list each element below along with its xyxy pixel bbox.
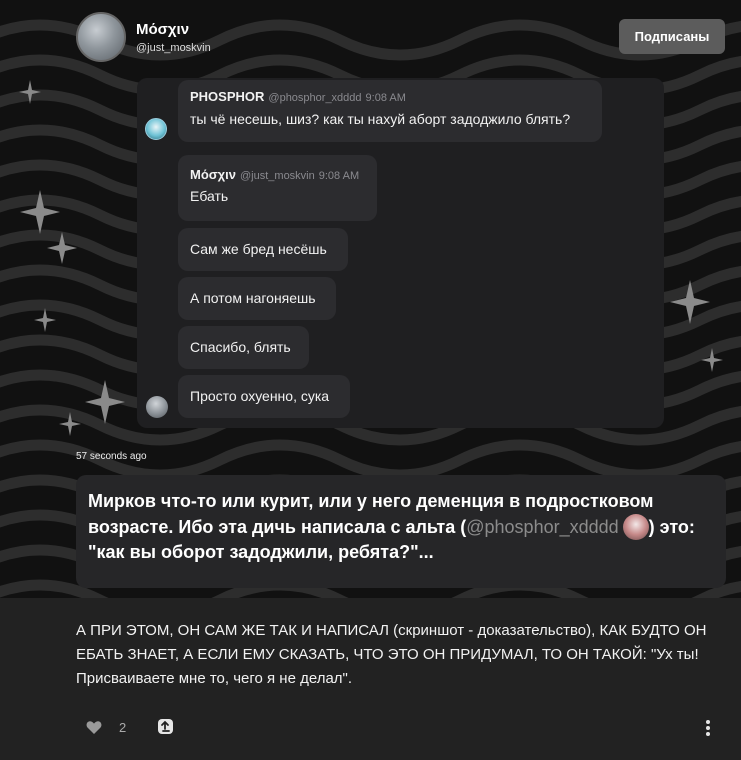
mention-avatar <box>622 514 649 540</box>
post-text: А ПРИ ЭТОМ, ОН САМ ЖЕ ТАК И НАПИСАЛ (скр… <box>76 622 707 687</box>
message-text: Просто охуенно, сука <box>190 388 330 404</box>
message-handle: @phosphor_xdddd <box>268 92 362 104</box>
message-author: PHOSPHOR <box>190 89 265 104</box>
post-actions: 2 <box>0 712 741 744</box>
message-bubble: Спасибо, блять <box>178 326 309 369</box>
mention-link[interactable]: @phosphor_xdddd <box>466 517 618 537</box>
message-time: 9:08 AM <box>318 170 360 182</box>
message-header: PHOSPHOR @phosphor_xdddd 9:08 AM <box>190 89 590 104</box>
message-text: Сам же бред несёшь <box>190 241 327 257</box>
message-text: Ебать <box>190 188 229 204</box>
like-count: 2 <box>119 720 127 735</box>
author-handle[interactable]: @just_moskvin <box>136 42 211 54</box>
message-bubble-phosphor: PHOSPHOR @phosphor_xdddd 9:08 AM ты чё нес… <box>178 80 602 142</box>
more-vertical-icon[interactable] <box>704 718 712 738</box>
message-handle: @just_moskvin <box>240 170 315 182</box>
message-text: А потом нагоняешь <box>190 290 316 306</box>
caption-card: Мирков что-то или курит, или у него деме… <box>76 475 726 588</box>
phosphor-avatar <box>145 118 167 140</box>
heart-icon[interactable] <box>86 720 102 735</box>
message-bubble: Просто охуенно, сука <box>178 375 350 418</box>
message-bubble: А потом нагоняешь <box>178 277 336 320</box>
message-author: Μόσχιν <box>190 167 236 182</box>
post-image: Μόσχιν @just_moskvin Подписаны PHOSPHOR @… <box>0 0 741 598</box>
post-timestamp: 57 seconds ago <box>76 451 147 462</box>
subscribe-button[interactable]: Подписаны <box>619 19 725 54</box>
moskvin-avatar <box>146 396 168 418</box>
repost-icon[interactable] <box>157 718 174 735</box>
message-bubble-moskvin: Μόσχιν @just_moskvin 9:08 AM Ебать <box>178 155 377 221</box>
message-header: Μόσχιν @just_moskvin 9:08 AM <box>190 167 365 182</box>
message-text: Спасибо, блять <box>190 339 291 355</box>
message-bubble: Сам же бред несёшь <box>178 228 348 271</box>
author-avatar[interactable] <box>76 12 126 62</box>
message-text: ты чё несешь, шиз? как ты нахуй аборт за… <box>190 111 571 127</box>
message-time: 9:08 AM <box>365 92 406 104</box>
author-header: Μόσχιν @just_moskvin <box>76 12 211 62</box>
author-name[interactable]: Μόσχιν <box>136 21 211 39</box>
